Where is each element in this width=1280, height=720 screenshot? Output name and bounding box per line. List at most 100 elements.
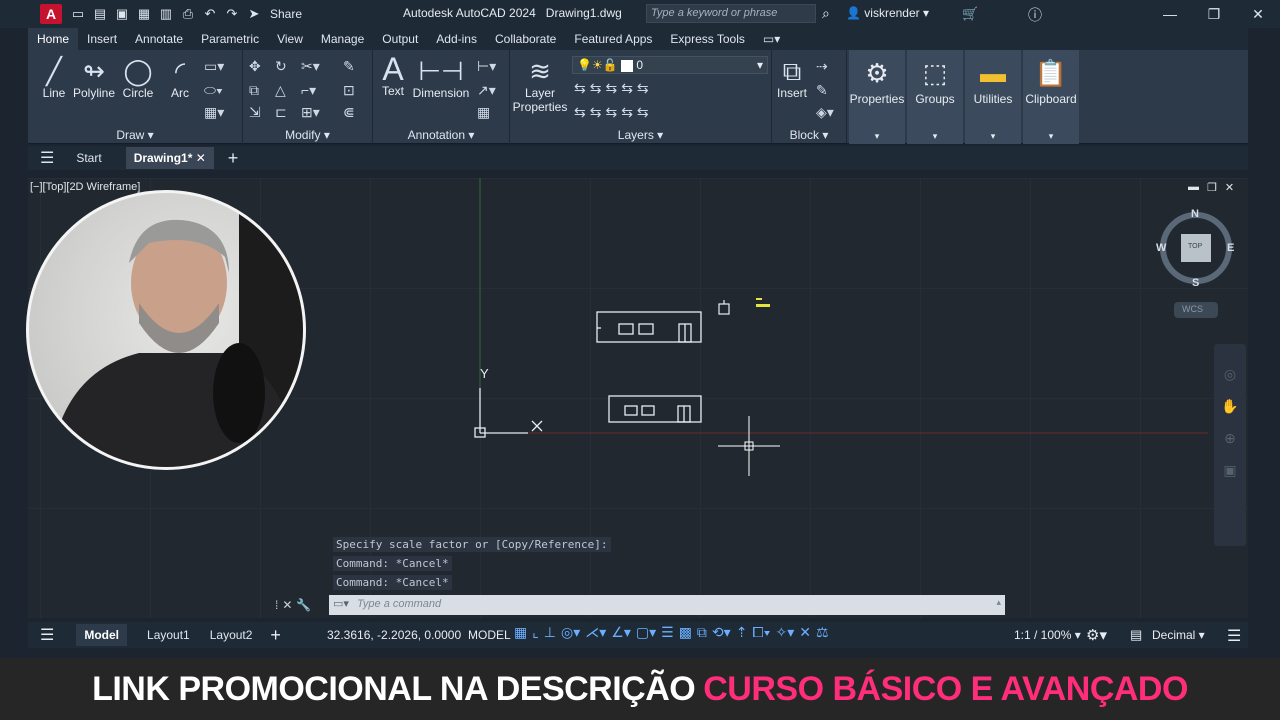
lineweight-icon[interactable]: ☰: [661, 624, 674, 641]
offset-icon[interactable]: ⋐: [343, 104, 355, 121]
dimension-tool[interactable]: ⊢⊣ Dimension: [411, 56, 471, 100]
leader-icon[interactable]: ⊢▾: [477, 58, 496, 75]
tab-view[interactable]: View: [268, 28, 312, 50]
stretch-icon[interactable]: ⇲: [249, 104, 261, 121]
layout-menu-icon[interactable]: ☰: [40, 625, 54, 645]
tab-manage[interactable]: Manage: [312, 28, 373, 50]
share-icon[interactable]: ➤: [246, 6, 262, 22]
search-input[interactable]: Type a keyword or phrase: [646, 4, 816, 23]
tab-insert[interactable]: Insert: [78, 28, 126, 50]
undo-icon[interactable]: ↶: [202, 6, 218, 22]
open-file-icon[interactable]: ▤: [92, 6, 108, 22]
viewport-close-icon[interactable]: ✕: [1225, 181, 1234, 194]
close-tab-icon[interactable]: ✕: [196, 151, 206, 165]
tab-drawing1[interactable]: Drawing1* ✕: [125, 147, 214, 169]
cart-icon[interactable]: 🛒: [962, 6, 978, 22]
viewport-minimize-icon[interactable]: ▬: [1188, 181, 1199, 194]
tab-add-ins[interactable]: Add-ins: [427, 28, 486, 50]
layer-properties-tool[interactable]: ≋ Layer Properties: [512, 56, 568, 114]
navigation-bar[interactable]: ◎ ✋ ⊕ ▣: [1214, 344, 1246, 546]
ellipse-icon[interactable]: ⬭▾: [204, 82, 223, 99]
polar-icon[interactable]: ◎▾: [561, 624, 580, 641]
workspace-gear-icon[interactable]: ⚙▾: [1086, 626, 1107, 644]
tab-parametric[interactable]: Parametric: [192, 28, 268, 50]
modify-panel-title[interactable]: Modify ▾: [243, 128, 372, 142]
create-block-icon[interactable]: ⇢: [816, 58, 828, 75]
command-input[interactable]: ▭▾ Type a command ▴: [329, 595, 1005, 615]
autocad-logo-icon[interactable]: A: [40, 4, 62, 24]
erase-icon[interactable]: ✎: [343, 58, 355, 75]
new-tab-icon[interactable]: +: [228, 148, 239, 169]
clipboard-button[interactable]: 📋 Clipboard ▾: [1023, 50, 1079, 144]
3d-osnap-icon[interactable]: ⟲▾: [712, 624, 731, 641]
layout-tab-layout1[interactable]: Layout1: [147, 628, 190, 642]
annotation-visibility-icon[interactable]: ✕: [799, 624, 811, 641]
customize-icon[interactable]: 🔧: [296, 598, 311, 612]
text-tool[interactable]: A Text: [375, 53, 411, 98]
close-command-icon[interactable]: ✕: [282, 598, 292, 612]
copy-icon[interactable]: ⧉: [249, 82, 259, 99]
customize-status-icon[interactable]: ☰: [1227, 626, 1241, 646]
groups-button[interactable]: ⬚ Groups ▾: [907, 50, 963, 144]
layer-dropdown[interactable]: 💡☀🔓 0 ▾: [572, 56, 768, 74]
circle-tool[interactable]: ◯ Circle: [118, 56, 158, 100]
tab-home[interactable]: Home: [28, 28, 79, 50]
annotation-panel-title[interactable]: Annotation ▾: [373, 128, 509, 142]
arc-tool[interactable]: ◜ Arc: [162, 56, 198, 100]
gizmo-icon[interactable]: ✧▾: [775, 624, 794, 641]
tab-featured-apps[interactable]: Featured Apps: [565, 28, 661, 50]
print-icon[interactable]: ⎙: [180, 6, 196, 22]
rotate-icon[interactable]: ↻: [275, 58, 287, 75]
viewport-controls-label[interactable]: [−][Top][2D Wireframe]: [30, 181, 140, 193]
dynamic-ucs-icon[interactable]: ⇡: [736, 624, 748, 641]
trim-icon[interactable]: ✂▾: [301, 58, 320, 75]
osnap-tracking-icon[interactable]: ∠▾: [611, 624, 631, 641]
snap-icon[interactable]: ⌞: [532, 624, 539, 641]
fillet-icon[interactable]: ⌐▾: [301, 82, 316, 99]
rectangle-icon[interactable]: ▭▾: [204, 58, 224, 75]
redo-icon[interactable]: ↷: [224, 6, 240, 22]
search-icon[interactable]: ⌕: [822, 5, 830, 22]
layout-tab-model[interactable]: Model: [76, 624, 128, 646]
utilities-button[interactable]: ▬ Utilities ▾: [965, 50, 1021, 144]
minimize-icon[interactable]: —: [1148, 0, 1192, 28]
plot-icon[interactable]: ▥: [158, 6, 174, 22]
draw-panel-title[interactable]: Draw ▾: [28, 128, 242, 142]
layout-tab-layout2[interactable]: Layout2: [210, 628, 253, 642]
save-icon[interactable]: ▣: [114, 6, 130, 22]
user-menu[interactable]: 👤 viskrender ▾: [846, 6, 929, 20]
mirror-icon[interactable]: △: [275, 82, 286, 99]
auto-scale-icon[interactable]: ⚖: [816, 624, 829, 641]
grip-icon[interactable]: ⁞: [275, 598, 278, 612]
tab-collaborate[interactable]: Collaborate: [486, 28, 565, 50]
selection-cycling-icon[interactable]: ⧉: [697, 624, 707, 641]
add-layout-icon[interactable]: +: [270, 625, 281, 646]
ortho-icon[interactable]: ⊥: [544, 624, 556, 641]
polyline-tool[interactable]: ↬ Polyline: [68, 56, 120, 100]
share-button[interactable]: Share: [270, 7, 302, 21]
save-as-icon[interactable]: ▦: [136, 6, 152, 22]
edit-block-icon[interactable]: ✎: [816, 82, 828, 99]
menu-icon[interactable]: ☰: [40, 148, 54, 168]
model-space-button[interactable]: MODEL: [468, 628, 511, 642]
layers-panel-title[interactable]: Layers ▾: [510, 128, 771, 142]
move-icon[interactable]: ✥: [249, 58, 261, 75]
insert-tool[interactable]: ⧉ Insert: [772, 56, 812, 100]
help-icon[interactable]: ⓘ: [1028, 5, 1042, 25]
attribute-icon[interactable]: ◈▾: [816, 104, 834, 121]
layer-tools-row1-icon[interactable]: ⇆⇆⇆⇆⇆: [574, 80, 653, 97]
layer-tools-row2-icon[interactable]: ⇆⇆⇆⇆⇆: [574, 104, 653, 121]
array-icon[interactable]: ⊞▾: [301, 104, 320, 121]
multileader-icon[interactable]: ↗▾: [477, 82, 496, 99]
grid-icon[interactable]: ▦: [514, 624, 527, 641]
table-icon[interactable]: ▦: [477, 104, 490, 121]
explode-icon[interactable]: ⊡: [343, 82, 355, 99]
tab-output[interactable]: Output: [373, 28, 427, 50]
viewport-restore-icon[interactable]: ❐: [1207, 181, 1217, 194]
annotation-scale[interactable]: 1:1 / 100% ▾: [1014, 628, 1081, 642]
transparency-icon[interactable]: ▩: [679, 624, 692, 641]
units-dropdown[interactable]: Decimal ▾: [1152, 628, 1205, 642]
close-icon[interactable]: ✕: [1236, 0, 1280, 28]
command-history-toggle-icon[interactable]: ▴: [996, 597, 1001, 608]
tab-annotate[interactable]: Annotate: [126, 28, 192, 50]
